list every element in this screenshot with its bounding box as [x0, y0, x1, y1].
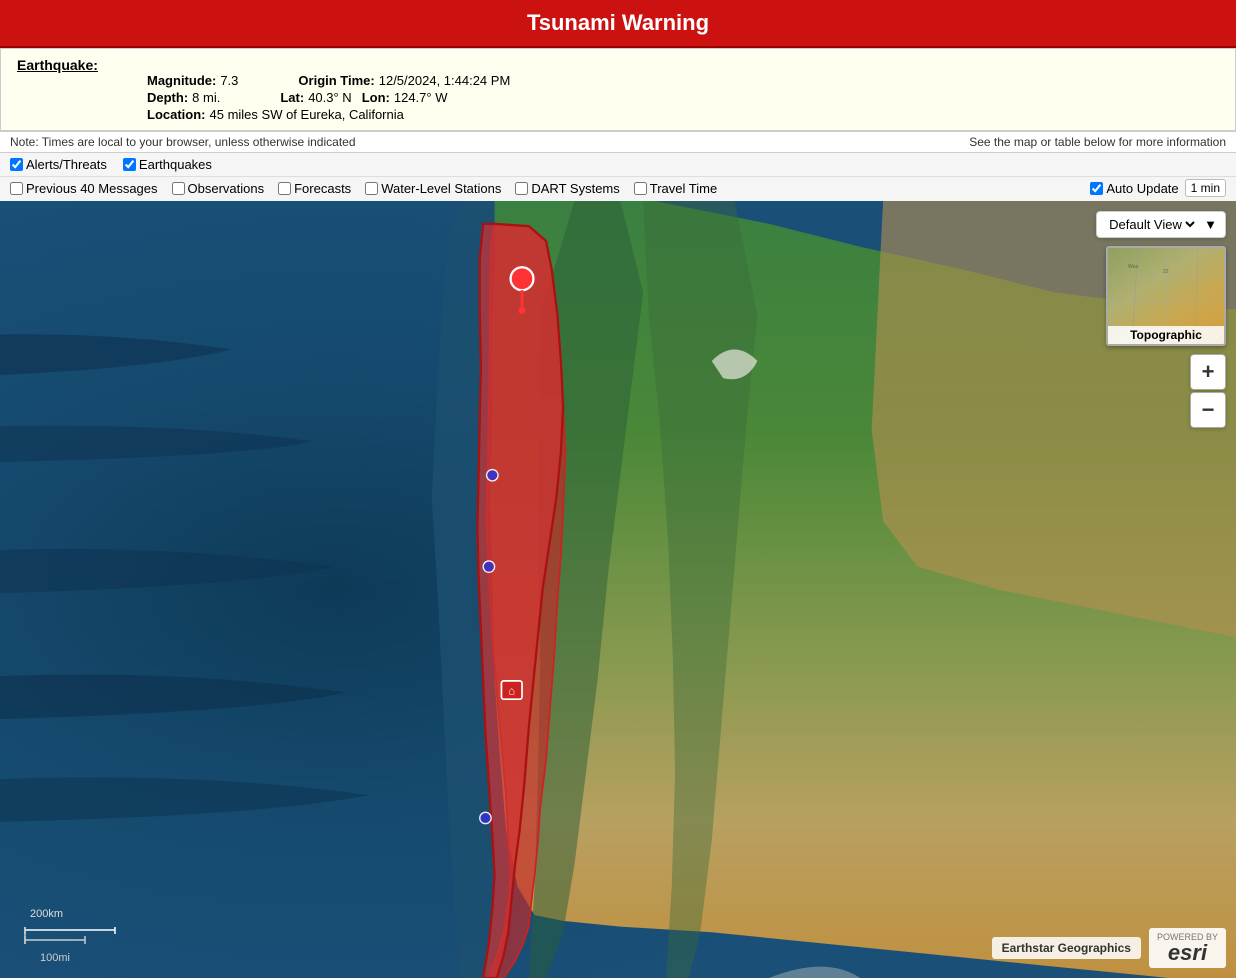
lon-value: 124.7° W	[394, 90, 448, 105]
controls-row-2: Previous 40 Messages Observations Foreca…	[0, 177, 1236, 201]
alerts-threats-checkbox[interactable]	[10, 158, 23, 171]
previous-messages-checkbox-label[interactable]: Previous 40 Messages	[10, 181, 158, 196]
map-container[interactable]: ⌂ Default View Street Map Satellite Hybr…	[0, 201, 1236, 978]
scale-ruler-svg	[20, 922, 130, 950]
magnitude-label: Magnitude:	[147, 73, 216, 88]
note-left: Note: Times are local to your browser, u…	[10, 135, 356, 149]
magnitude-value: 7.3	[220, 73, 238, 88]
location-value: 45 miles SW of Eureka, California	[210, 107, 404, 122]
svg-text:Wea: Wea	[1128, 264, 1138, 270]
travel-time-label: Travel Time	[650, 181, 717, 196]
previous-messages-checkbox[interactable]	[10, 182, 23, 195]
lat-value: 40.3° N	[308, 90, 352, 105]
forecasts-checkbox[interactable]	[278, 182, 291, 195]
alerts-threats-checkbox-label[interactable]: Alerts/Threats	[10, 157, 107, 172]
map-svg: ⌂	[0, 201, 1236, 978]
topo-thumbnail-label: Topographic	[1108, 326, 1224, 344]
controls-row-1: Alerts/Threats Earthquakes	[0, 153, 1236, 177]
earthquake-row-3: Location: 45 miles SW of Eureka, Califor…	[147, 107, 1219, 122]
topo-thumbnail-svg: Wea 22	[1108, 248, 1226, 328]
earthquakes-label: Earthquakes	[139, 157, 212, 172]
water-level-checkbox[interactable]	[365, 182, 378, 195]
note-right: See the map or table below for more info…	[969, 135, 1226, 149]
magnitude-item: Magnitude: 7.3	[147, 73, 238, 88]
alerts-threats-label: Alerts/Threats	[26, 157, 107, 172]
forecasts-label: Forecasts	[294, 181, 351, 196]
previous-messages-label: Previous 40 Messages	[26, 181, 158, 196]
dart-systems-checkbox[interactable]	[515, 182, 528, 195]
origin-time-value: 12/5/2024, 1:44:24 PM	[379, 73, 511, 88]
depth-label: Depth:	[147, 90, 188, 105]
earthquakes-checkbox[interactable]	[123, 158, 136, 171]
note-bar: Note: Times are local to your browser, u…	[0, 131, 1236, 153]
svg-text:22: 22	[1163, 269, 1169, 275]
location-label: Location:	[147, 107, 206, 122]
travel-time-checkbox[interactable]	[634, 182, 647, 195]
zoom-out-button[interactable]: −	[1190, 392, 1226, 428]
dart-systems-checkbox-label[interactable]: DART Systems	[515, 181, 619, 196]
zoom-controls: + −	[1190, 354, 1226, 428]
scale-bar: 200km 100mi	[20, 908, 130, 964]
scale-mi-label: 100mi	[40, 952, 130, 964]
map-overlay-controls: Default View Street Map Satellite Hybrid…	[1096, 211, 1226, 428]
esri-text: esri	[1168, 940, 1207, 965]
scale-km-label: 200km	[30, 908, 130, 920]
forecasts-checkbox-label[interactable]: Forecasts	[278, 181, 351, 196]
lat-label: Lat:	[280, 90, 304, 105]
observations-checkbox[interactable]	[172, 182, 185, 195]
banner-title: Tsunami Warning	[527, 10, 709, 35]
origin-time-label: Origin Time:	[298, 73, 374, 88]
auto-update-checkbox[interactable]	[1090, 182, 1103, 195]
dropdown-icon: ▼	[1204, 217, 1217, 232]
zoom-in-button[interactable]: +	[1190, 354, 1226, 390]
esri-logo: POWERED BY esri	[1149, 928, 1226, 968]
origin-time-item: Origin Time: 12/5/2024, 1:44:24 PM	[298, 73, 510, 88]
water-level-label: Water-Level Stations	[381, 181, 501, 196]
earthquakes-checkbox-label[interactable]: Earthquakes	[123, 157, 212, 172]
observations-label: Observations	[188, 181, 265, 196]
earthquake-info-box: Earthquake: Magnitude: 7.3 Origin Time: …	[0, 48, 1236, 131]
epicenter-marker[interactable]	[511, 267, 534, 290]
water-level-checkbox-label[interactable]: Water-Level Stations	[365, 181, 501, 196]
depth-item: Depth: 8 mi.	[147, 90, 220, 105]
auto-update-group: Auto Update 1 min	[1090, 179, 1226, 197]
earthquake-row-2: Depth: 8 mi. Lat: 40.3° N Lon: 124.7° W	[147, 90, 1219, 105]
scale-line: 200km 100mi	[20, 908, 130, 964]
dart-systems-label: DART Systems	[531, 181, 619, 196]
auto-update-interval: 1 min	[1185, 179, 1226, 197]
depth-value: 8 mi.	[192, 90, 220, 105]
earthquake-section-label: Earthquake:	[17, 57, 98, 73]
auto-update-label: Auto Update	[1106, 181, 1178, 196]
tsunami-warning-banner: Tsunami Warning	[0, 0, 1236, 48]
earthquake-row-1: Magnitude: 7.3 Origin Time: 12/5/2024, 1…	[147, 73, 1219, 88]
map-attribution: Earthstar Geographics POWERED BY esri	[992, 928, 1226, 968]
location-item: Location: 45 miles SW of Eureka, Califor…	[147, 107, 404, 122]
lon-label: Lon:	[362, 90, 390, 105]
latlon-item: Lat: 40.3° N Lon: 124.7° W	[280, 90, 447, 105]
earthquake-details: Magnitude: 7.3 Origin Time: 12/5/2024, 1…	[147, 73, 1219, 122]
observations-checkbox-label[interactable]: Observations	[172, 181, 265, 196]
default-view-dropdown[interactable]: Default View Street Map Satellite Hybrid…	[1096, 211, 1226, 238]
topo-thumbnail[interactable]: Wea 22 Topographic	[1106, 246, 1226, 346]
earthstar-geographics-label: Earthstar Geographics	[992, 937, 1141, 959]
svg-text:⌂: ⌂	[508, 686, 515, 698]
view-select[interactable]: Default View Street Map Satellite Hybrid…	[1105, 216, 1198, 233]
travel-time-checkbox-label[interactable]: Travel Time	[634, 181, 717, 196]
auto-update-checkbox-label[interactable]: Auto Update	[1090, 181, 1178, 196]
